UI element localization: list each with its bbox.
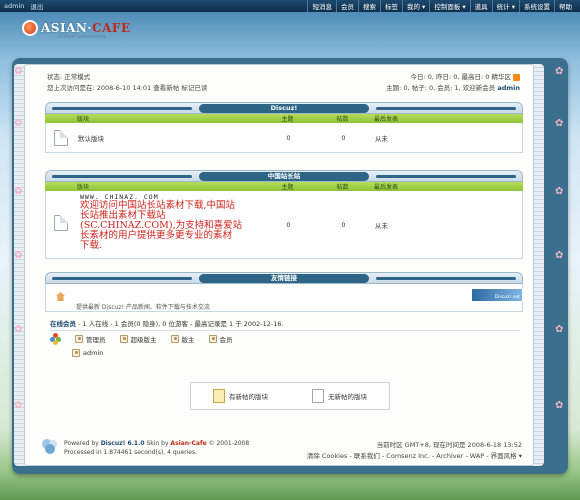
category-title: 友情链接 bbox=[199, 274, 369, 283]
new-posts-icon bbox=[213, 389, 225, 403]
nav-help[interactable]: 帮助 bbox=[554, 0, 576, 12]
column-header: 版块 主题 帖数 最后发表 bbox=[45, 182, 523, 191]
online-summary: - 1 人在线 - 1 会员(0 隐身), 0 位游客 - 最高记录是 1 于 … bbox=[76, 320, 284, 328]
admin-user-icon bbox=[72, 349, 80, 357]
newest-member-link[interactable]: admin bbox=[497, 84, 520, 92]
nav-search[interactable]: 搜索 bbox=[357, 0, 380, 12]
forum-row: WWW. CHINAZ. COM 欢迎访问中国站长站素材下载,中国站 长站推出素… bbox=[45, 191, 523, 259]
member-icon bbox=[208, 334, 217, 343]
nav-tags[interactable]: 标签 bbox=[379, 0, 402, 12]
rss-icon[interactable] bbox=[513, 73, 520, 81]
skin-author-link[interactable]: Asian-Cafe bbox=[170, 440, 206, 447]
legend-new-label: 有新帖的版块 bbox=[229, 393, 268, 401]
category-header: Discuz! bbox=[45, 102, 523, 114]
category-header: 友情链接 bbox=[45, 272, 523, 284]
forum-topics: 0 bbox=[286, 134, 291, 142]
flower-icon: ✿ bbox=[14, 66, 23, 77]
flower-icon: ✿ bbox=[555, 400, 564, 411]
top-bar: admin 退出 短消息 会员 搜索 标签 我的 ▾ 控制面板 ▾ 道具 统计 … bbox=[0, 0, 580, 12]
flower-icon: ✿ bbox=[14, 186, 23, 197]
category-header: 中国站长站 bbox=[45, 170, 523, 182]
forum-last-post: 从未 bbox=[375, 135, 388, 143]
nav-my[interactable]: 我的 ▾ bbox=[401, 0, 429, 12]
logout-link[interactable]: 退出 bbox=[30, 1, 43, 11]
product-link[interactable]: Discuz! 6.1.0 bbox=[101, 440, 145, 447]
status-mode: 状态: 正常模式 bbox=[47, 73, 91, 81]
forum-last-post: 从未 bbox=[375, 222, 388, 230]
promo-text[interactable]: WWW. CHINAZ. COM 欢迎访问中国站长站素材下载,中国站 长站推出素… bbox=[80, 193, 270, 251]
forum-row: 默认版块 0 0 从未 bbox=[45, 123, 523, 153]
footer-right: 当前时区 GMT+8, 现在时间是 2008-6-18 13:52 清除 Coo… bbox=[307, 440, 522, 462]
nav-control-panel[interactable]: 控制面板 ▾ bbox=[429, 0, 469, 12]
forum-status-icon bbox=[54, 130, 68, 146]
admin-user-icon bbox=[75, 334, 83, 343]
super-moderator-icon bbox=[119, 334, 128, 343]
forum-status-icon bbox=[54, 215, 68, 231]
home-icon bbox=[56, 292, 65, 301]
column-header: 版块 主题 帖数 最后发表 bbox=[45, 114, 523, 123]
status-info: 状态: 正常模式 您上次访问是在: 2008-6-10 14:01 查看新帖 标… bbox=[47, 72, 207, 94]
logo-mark-icon bbox=[22, 20, 38, 36]
legend-none-label: 无新帖的版块 bbox=[328, 393, 367, 401]
forum-posts: 0 bbox=[341, 134, 346, 142]
online-user-name[interactable]: admin bbox=[83, 349, 103, 357]
top-nav: 短消息 会员 搜索 标签 我的 ▾ 控制面板 ▾ 道具 统计 ▾ 系统设置 帮助 bbox=[307, 0, 576, 12]
partner-banner[interactable]: Discuz!.net bbox=[471, 288, 523, 302]
flower-icon: ✿ bbox=[14, 250, 23, 261]
flower-icon: ✿ bbox=[14, 324, 23, 335]
flower-icon: ✿ bbox=[14, 118, 23, 129]
forum-posts: 0 bbox=[341, 221, 346, 229]
user-area: admin 退出 bbox=[4, 1, 43, 11]
moderator-icon bbox=[170, 334, 179, 343]
server-time: 当前时区 GMT+8, 现在时间是 2008-6-18 13:52 bbox=[376, 441, 522, 449]
forum-category-discuz: Discuz! 版块 主题 帖数 最后发表 默认版块 0 0 从未 bbox=[45, 102, 523, 153]
category-title[interactable]: Discuz! bbox=[199, 104, 369, 113]
site-logo[interactable]: ASIAN·CAFE Discuz! community bbox=[22, 20, 131, 40]
nav-magic[interactable]: 道具 bbox=[469, 0, 492, 12]
promo-line: 下载. bbox=[80, 240, 103, 251]
legend-mod: 版主 bbox=[170, 334, 195, 344]
online-header: 在线会员 - 1 人在线 - 1 会员(0 隐身), 0 位游客 - 最高记录是… bbox=[50, 318, 520, 331]
processed-info: Processed in 1.874461 second(s), 4 queri… bbox=[64, 448, 197, 456]
no-new-posts-icon bbox=[312, 389, 324, 403]
logo-text: ASIAN·CAFE bbox=[41, 21, 131, 35]
legend-member: 会员 bbox=[208, 334, 233, 344]
nav-stats[interactable]: 统计 ▾ bbox=[491, 0, 519, 12]
flower-icon: ✿ bbox=[555, 118, 564, 129]
flower-icon: ✿ bbox=[555, 250, 564, 261]
nav-settings[interactable]: 系统设置 bbox=[519, 0, 554, 12]
username-link[interactable]: admin bbox=[4, 2, 24, 10]
friend-link-text[interactable]: 提供最新 Discuz! 产品新闻、软件下载与技术交流 bbox=[76, 302, 210, 311]
totals-stats: 主题: 0, 帖子: 0, 会员: 1, 欢迎新会员 bbox=[386, 84, 496, 92]
logo-tagline: Discuz! community bbox=[58, 34, 107, 40]
legend-admin: 管理员 bbox=[75, 334, 106, 344]
footer-links[interactable]: 清除 Cookies - 联系我们 - Comsenz Inc. - Archi… bbox=[307, 451, 522, 462]
flower-icon: ✿ bbox=[555, 324, 564, 335]
friend-link-row: 提供最新 Discuz! 产品新闻、软件下载与技术交流 Discuz!.net bbox=[45, 284, 523, 312]
flower-icon: ✿ bbox=[555, 66, 564, 77]
forum-icon-legend: 有新帖的版块 无新帖的版块 bbox=[190, 382, 390, 410]
online-members-link[interactable]: 在线会员 bbox=[50, 320, 76, 328]
promo-line: 长素材的用户提供更多更专业的素材 bbox=[80, 230, 233, 241]
legend-super-mod: 超级版主 bbox=[119, 334, 157, 344]
online-legend: 管理员 超级版主 版主 会员 bbox=[50, 333, 233, 345]
category-title[interactable]: 中国站长站 bbox=[199, 172, 369, 181]
flower-icon: ✿ bbox=[555, 186, 564, 197]
friend-links: 友情链接 提供最新 Discuz! 产品新闻、软件下载与技术交流 Discuz!… bbox=[45, 272, 523, 312]
footer-credits: Powered by Discuz! 6.1.0 Skin by Asian-C… bbox=[64, 440, 250, 456]
online-user[interactable]: admin bbox=[72, 349, 103, 357]
online-group-icon bbox=[50, 333, 61, 345]
nav-messages[interactable]: 短消息 bbox=[307, 0, 336, 12]
today-stats: 今日: 0, 昨日: 0, 最高日: 0 精华区 bbox=[410, 73, 511, 81]
nav-members[interactable]: 会员 bbox=[335, 0, 358, 12]
board-stats: 今日: 0, 昨日: 0, 最高日: 0 精华区 主题: 0, 帖子: 0, 会… bbox=[386, 72, 520, 94]
forum-category-chinaz: 中国站长站 版块 主题 帖数 最后发表 WWW. CHINAZ. COM 欢迎访… bbox=[45, 170, 523, 259]
last-visit[interactable]: 您上次访问是在: 2008-6-10 14:01 查看新帖 标记已读 bbox=[47, 83, 207, 94]
flower-icon: ✿ bbox=[14, 400, 23, 411]
forum-name-link[interactable]: 默认版块 bbox=[46, 133, 261, 143]
footer-logo-icon bbox=[42, 439, 57, 454]
